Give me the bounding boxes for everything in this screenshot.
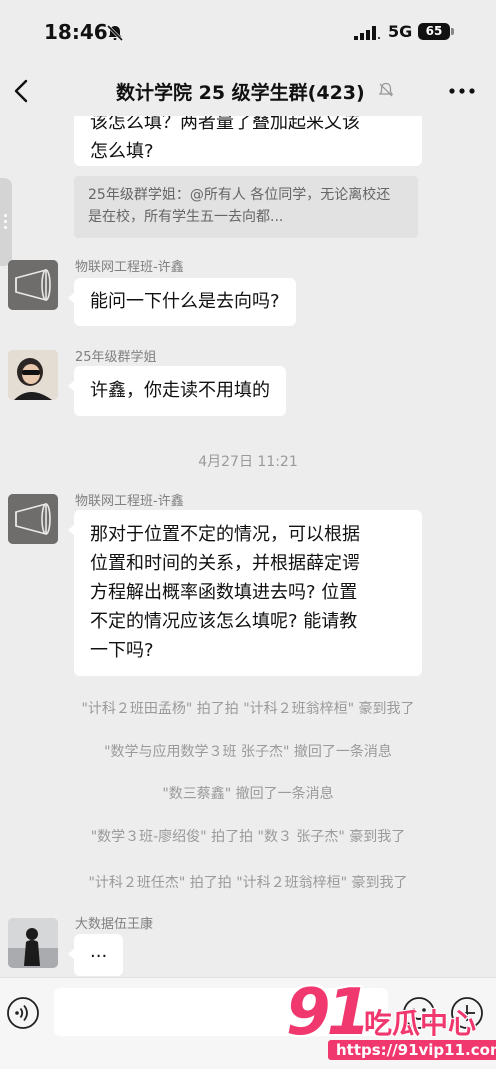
avatar[interactable] [8,350,58,400]
chat-messages[interactable]: 该怎么填？两者量了叠加起来又该 怎么填? 25年级群学姐：@所有人 各位同学，无… [0,116,496,977]
message-text: ... [90,941,108,962]
message-bubble[interactable]: ... [67,934,124,976]
message-text-line: 那对于位置不定的情况，可以根据 [90,524,360,545]
more-options-icon[interactable] [446,78,478,104]
message-bubble[interactable]: 许鑫，你走读不用填的 [68,366,286,416]
message-text-line: 一下吗? [90,640,154,661]
signal-icon [354,26,380,40]
mute-bell-icon [378,82,394,97]
system-message: "数三蔡鑫" 撤回了一条消息 [162,786,334,802]
status-bar: 18:46 5G 65 [0,0,496,66]
avatar[interactable] [8,260,58,310]
voice-input-icon[interactable] [6,996,40,1030]
message-bubble-partial[interactable]: 该怎么填？两者量了叠加起来又该 怎么填? [74,116,422,166]
chat-header: 数计学院 25 级学生群(423) [0,66,496,116]
avatar[interactable] [8,494,58,544]
status-time: 18:46 [44,20,108,44]
system-message: "计科２班田孟杨" 拍了拍 "计科２班翁梓桓" 豪到我了 [81,701,415,717]
bell-off-icon [106,24,124,42]
message-text-line: 位置和时间的关系，并根据薛定谔 [90,553,360,574]
megaphone-icon [8,260,58,310]
system-message: "数学与应用数学３班 张子杰" 撤回了一条消息 [104,744,392,760]
message-text-line: 怎么填? [90,141,154,162]
side-drawer-handle[interactable] [0,178,12,266]
system-message: "计科２班任杰" 拍了拍 "计科２班翁梓桓" 豪到我了 [88,875,408,891]
sender-name: 大数据伍王康 [75,917,154,932]
message-timestamp: 4月27日 11:21 [198,454,298,470]
network-type: 5G [388,22,413,41]
watermark-logo: 91 [286,976,371,1050]
chat-title: 数计学院 25 级学生群(423) [116,82,365,104]
avatar-photo [8,350,58,400]
message-text: 许鑫，你走读不用填的 [90,380,270,401]
watermark-url: https://91vip11.com [328,1040,496,1060]
sender-name: 25年级群学姐 [75,350,157,365]
message-text: 能问一下什么是去向吗? [90,291,280,312]
watermark-brand: 吃瓜中心 [364,1007,477,1040]
message-bubble[interactable]: 那对于位置不定的情况，可以根据 位置和时间的关系，并根据薛定谔 方程解出概率函数… [68,510,422,676]
quoted-message[interactable]: 25年级群学姐：@所有人 各位同学，无论离校还是在校，所有学生五一去向都... [74,176,418,238]
sender-name: 物联网工程班-许鑫 [75,494,184,509]
megaphone-icon [8,494,58,544]
message-bubble[interactable]: 能问一下什么是去向吗? [68,278,296,326]
avatar-photo [8,918,58,968]
battery-icon: 65 [418,23,454,40]
sender-name: 物联网工程班-许鑫 [75,260,184,275]
avatar[interactable] [8,918,58,968]
message-text-line: 该怎么填？两者量了叠加起来又该 [90,116,360,133]
message-text-line: 方程解出概率函数填进去吗? 位置 [90,582,358,603]
back-arrow-icon[interactable] [8,76,38,106]
system-message: "数学３班-廖绍俊" 拍了拍 "数３ 张子杰" 豪到我了 [90,829,406,845]
watermark: 91 吃瓜中心 https://91vip11.com [280,976,496,1066]
message-text-line: 不定的情况应该怎么填呢? 能请教 [90,611,358,632]
